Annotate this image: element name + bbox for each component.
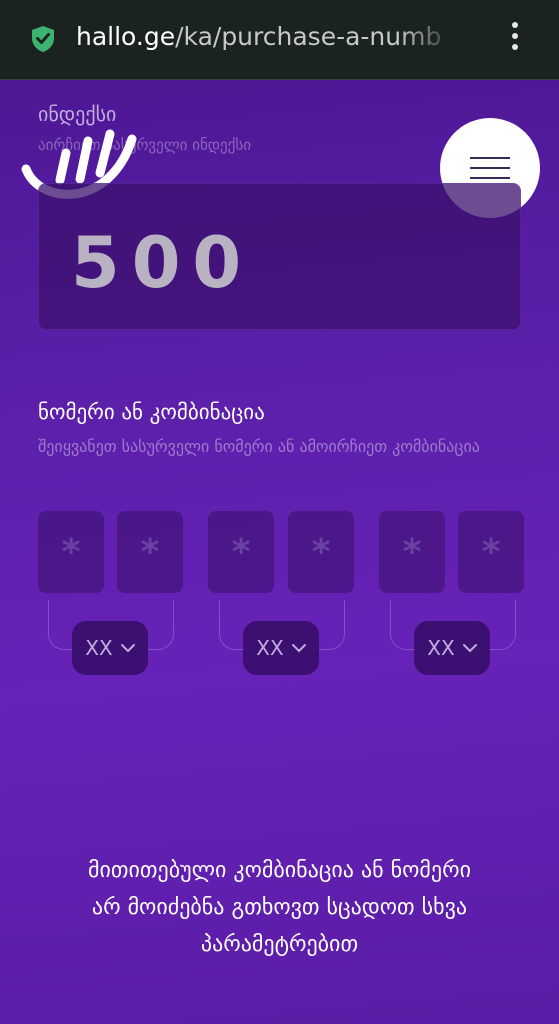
index-value: 500 [71, 222, 254, 304]
combination-select[interactable]: XX [243, 621, 319, 675]
shield-check-icon[interactable] [30, 25, 56, 53]
chevron-down-icon [462, 644, 477, 653]
digit-input[interactable]: * [208, 511, 274, 593]
address-bar[interactable]: hallo.ge/ka/purchase-a-numb [76, 22, 456, 51]
digit-input[interactable]: * [38, 511, 104, 593]
digit-input[interactable]: * [288, 511, 354, 593]
message-line: მითითებული კომბინაცია ან ნომერი [88, 858, 471, 883]
more-vert-icon[interactable] [505, 22, 525, 56]
number-section-hint: შეიყვანეთ სასურველი ნომერი ან ამოირჩიეთ … [38, 437, 480, 456]
index-field[interactable]: 500 [38, 183, 521, 330]
index-title: ინდექსი [38, 102, 117, 126]
browser-toolbar: hallo.ge/ka/purchase-a-numb [0, 0, 559, 80]
combination-select-value: XX [427, 636, 455, 660]
combination-select[interactable]: XX [414, 621, 490, 675]
combination-select[interactable]: XX [72, 621, 148, 675]
message-line: პარამეტრებით [200, 932, 359, 957]
chevron-down-icon [291, 644, 306, 653]
combination-select-value: XX [85, 636, 113, 660]
url-domain: hallo.ge [76, 22, 176, 51]
combination-select-value: XX [256, 636, 284, 660]
hamburger-menu-icon [470, 157, 510, 159]
digit-input[interactable]: * [379, 511, 445, 593]
hamburger-menu-icon [470, 167, 510, 169]
digit-input[interactable]: * [117, 511, 183, 593]
url-path: /ka/purchase-a-numb [175, 22, 442, 51]
number-section-title: ნომერი ან კომბინაცია [38, 400, 265, 424]
message-line: არ მოიძებნა გთხოვთ სცადოთ სხვა [91, 895, 468, 920]
hamburger-menu-icon [470, 177, 510, 179]
digit-input[interactable]: * [458, 511, 524, 593]
chevron-down-icon [120, 644, 135, 653]
not-found-message: მითითებული კომბინაცია ან ნომერი არ მოიძე… [20, 852, 539, 963]
